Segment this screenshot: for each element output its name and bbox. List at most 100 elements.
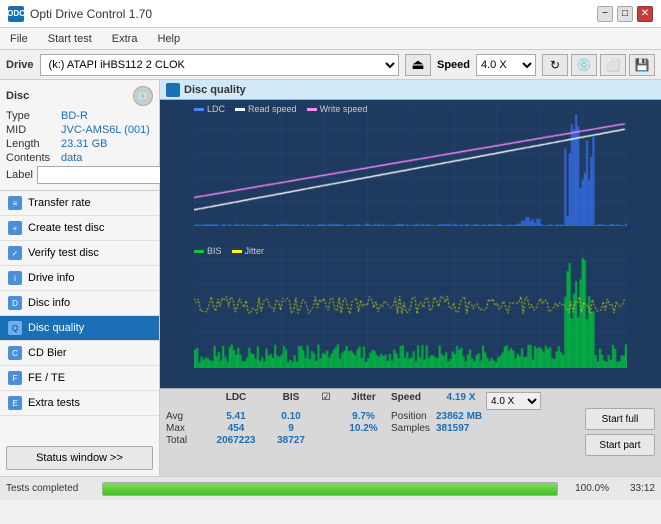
ldc-legend: LDC [194,104,225,114]
menu-help[interactable]: Help [153,31,184,47]
chart2-container: BIS Jitter [164,246,657,384]
chart1-container: LDC Read speed Write speed [164,104,657,242]
type-value: BD-R [61,110,88,122]
write-speed-legend: Write speed [307,104,368,114]
progress-percent: 100.0% [564,483,609,494]
cd-bier-label: CD Bier [28,347,67,359]
chart2-canvas [194,248,627,368]
avg-ldc: 5.41 [206,411,266,422]
speed-label: Speed [437,59,470,71]
refresh-icon[interactable]: ↻ [542,54,568,76]
start-full-button[interactable]: Start full [585,408,655,430]
bis-legend: BIS [194,246,222,256]
label-label: Label [6,169,33,181]
progress-bar: Tests completed 100.0% 33:12 [0,476,661,500]
length-value: 23.31 GB [61,138,107,150]
chart1-canvas [194,106,627,226]
avg-bis: 0.10 [266,411,316,422]
jitter-legend: Jitter [232,246,265,256]
avg-jitter: 9.7% [336,411,391,422]
minimize-button[interactable]: − [597,6,613,22]
ldc-legend-label: LDC [207,104,225,114]
drive-info-label: Drive info [28,272,74,284]
read-speed-legend-label: Read speed [248,104,297,114]
speed-col-header: Speed [391,392,436,410]
menubar: File Start test Extra Help [0,28,661,50]
disc-header: Disc 💿 [6,86,153,106]
titlebar: ODC Opti Drive Control 1.70 − □ ✕ [0,0,661,28]
jitter-checkbox[interactable]: ☑ [316,392,336,410]
chart1-inner: LDC Read speed Write speed [194,106,627,226]
menu-extra[interactable]: Extra [108,31,142,47]
speed-select[interactable]: 4.0 X2.0 X1.0 X [476,54,536,76]
sidebar-item-extra-tests[interactable]: E Extra tests [0,391,159,416]
position-label: Position [391,411,436,422]
maximize-button[interactable]: □ [617,6,633,22]
close-button[interactable]: ✕ [637,6,653,22]
sidebar-item-fe-te[interactable]: F FE / TE [0,366,159,391]
chart2-legend: BIS Jitter [194,246,264,256]
menu-file[interactable]: File [6,31,32,47]
jitter-legend-label: Jitter [245,246,265,256]
ldc-col-header: LDC [206,392,266,410]
type-label: Type [6,110,61,122]
max-ldc: 454 [206,423,266,434]
label-input[interactable] [37,166,175,184]
progress-fill [103,483,557,495]
status-window-button[interactable]: Status window >> [6,446,153,470]
create-test-disc-icon: + [8,221,22,235]
disc-title: Disc [6,90,29,102]
sidebar-item-verify-test-disc[interactable]: ✓ Verify test disc [0,241,159,266]
disc-image-icon: 💿 [133,86,153,106]
drivebar: Drive (k:) ATAPI iHBS112 2 CLOK ⏏ Speed … [0,50,661,80]
extra-tests-icon: E [8,396,22,410]
progress-label: Tests completed [6,483,96,494]
speed-select-stats[interactable]: 4.0 X [486,392,541,410]
disc-info-label: Disc info [28,297,70,309]
max-bis: 9 [266,423,316,434]
stats-bar: LDC BIS ☑ Jitter Speed 4.19 X 4.0 X Avg … [160,388,661,476]
fe-te-label: FE / TE [28,372,65,384]
stats-table: LDC BIS ☑ Jitter Speed 4.19 X 4.0 X Avg … [166,392,577,446]
bis-col-header: BIS [266,392,316,410]
jitter-col-header: Jitter [336,392,391,410]
chart2-inner: BIS Jitter [194,248,627,368]
stats-avg-row: Avg 5.41 0.10 9.7% Position 23862 MB [166,411,577,422]
progress-time: 33:12 [615,483,655,494]
disc-type-row: Type BD-R [6,110,153,122]
content-area: Disc quality LDC Read speed [160,80,661,476]
samples-label: Samples [391,423,436,434]
start-part-button[interactable]: Start part [585,434,655,456]
disc-mid-row: MID JVC-AMS6L (001) [6,124,153,136]
sidebar: Disc 💿 Type BD-R MID JVC-AMS6L (001) Len… [0,80,160,476]
disc-quality-icon-nav: Q [8,321,22,335]
eject-button[interactable]: ⏏ [405,54,431,76]
disc-icon[interactable]: 💿 [571,54,597,76]
write-speed-legend-label: Write speed [320,104,368,114]
cd-bier-icon: C [8,346,22,360]
app-icon: ODC [8,6,24,22]
sidebar-item-cd-bier[interactable]: C CD Bier [0,341,159,366]
bis-legend-color [194,250,204,253]
sidebar-item-disc-info[interactable]: D Disc info [0,291,159,316]
sidebar-item-transfer-rate[interactable]: ≡ Transfer rate [0,191,159,216]
disc-panel: Disc 💿 Type BD-R MID JVC-AMS6L (001) Len… [0,80,159,191]
window-controls: − □ ✕ [597,6,653,22]
progress-track [102,482,558,496]
drive-select[interactable]: (k:) ATAPI iHBS112 2 CLOK [40,54,399,76]
speed-value: 4.19 X [436,392,486,410]
sidebar-item-create-test-disc[interactable]: + Create test disc [0,216,159,241]
sidebar-item-drive-info[interactable]: i Drive info [0,266,159,291]
erase-icon[interactable]: ⬜ [600,54,626,76]
read-speed-legend: Read speed [235,104,297,114]
menu-start-test[interactable]: Start test [44,31,96,47]
stats-total-row: Total 2067223 38727 [166,435,577,446]
create-test-disc-label: Create test disc [28,222,104,234]
mid-value: JVC-AMS6L (001) [61,124,150,136]
disc-quality-header: Disc quality [160,80,661,100]
fe-te-icon: F [8,371,22,385]
sidebar-item-disc-quality[interactable]: Q Disc quality [0,316,159,341]
samples-value: 381597 [436,423,516,434]
transfer-rate-icon: ≡ [8,196,22,210]
save-icon[interactable]: 💾 [629,54,655,76]
